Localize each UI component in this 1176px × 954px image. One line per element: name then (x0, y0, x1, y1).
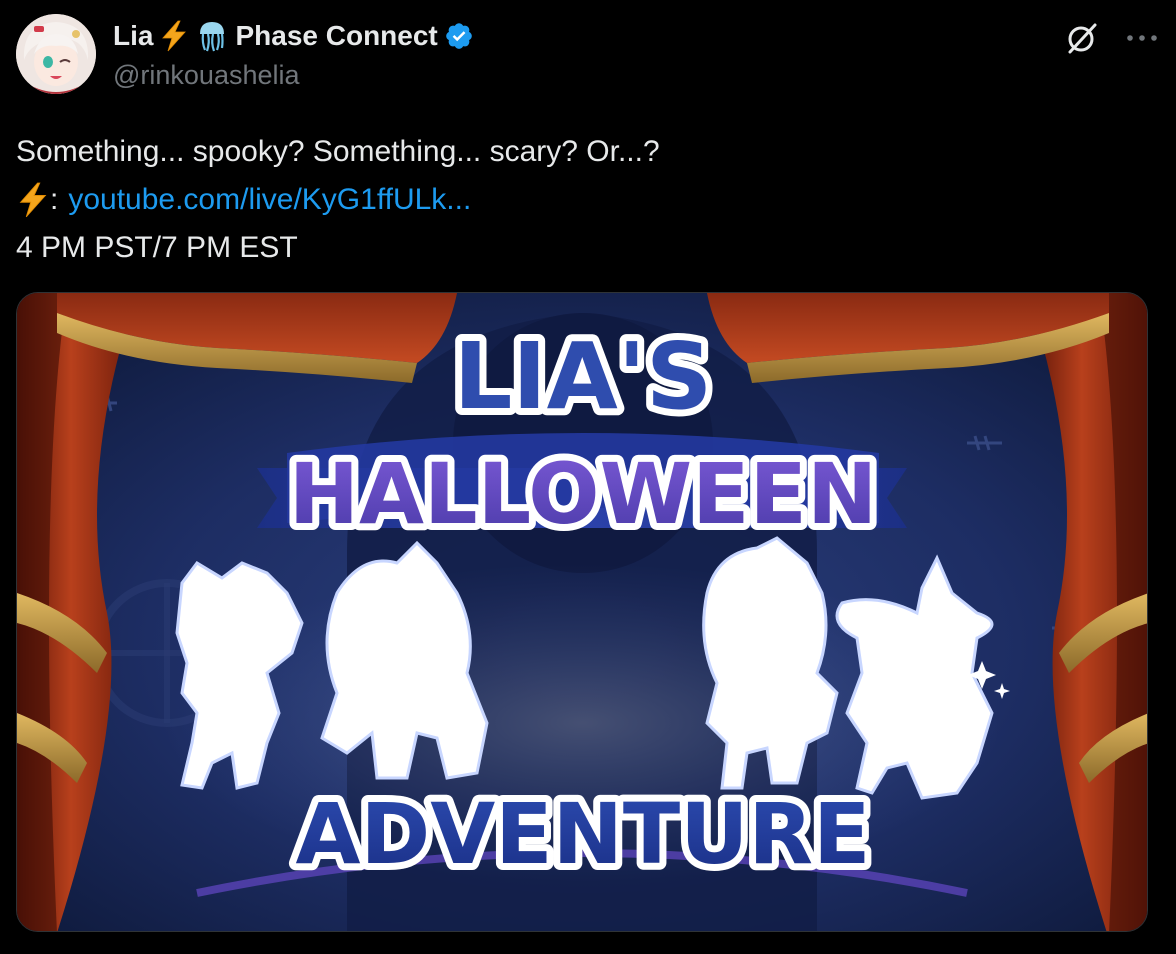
youtube-link[interactable]: youtube.com/live/KyG1ffULk... (68, 176, 471, 224)
grok-icon[interactable] (1064, 20, 1100, 56)
tweet-line-1: Something... spooky? Something... scary?… (16, 135, 660, 168)
lightning-emoji (16, 182, 50, 218)
display-name-suffix: Phase Connect (235, 20, 438, 51)
media-image: LIA'S HALLOWEEN ADVENTURE (17, 293, 1147, 931)
media-title-top: LIA'S (454, 323, 712, 430)
display-name-text: Lia (113, 20, 154, 51)
display-name[interactable]: Lia Phase Connect (113, 18, 474, 54)
media-title-bottom: ADVENTURE (296, 785, 871, 883)
tweet-line-3: 4 PM PST/7 PM EST (16, 231, 298, 264)
more-icon[interactable] (1126, 33, 1158, 43)
jellyfish-emoji (195, 19, 229, 53)
tweet: Lia Phase Connect @rinkouashelia Somethi… (0, 0, 1176, 954)
tweet-line-2-separator: : (50, 183, 59, 216)
media-title-mid: HALLOWEEN (289, 445, 878, 543)
tweet-line-2: : youtube.com/live/KyG1ffULk... (16, 176, 660, 224)
user-handle[interactable]: @rinkouashelia (113, 60, 300, 91)
lightning-emoji (159, 20, 189, 52)
tweet-text: Something... spooky? Something... scary?… (16, 128, 660, 272)
verified-badge-icon (444, 21, 474, 51)
tweet-media[interactable]: LIA'S HALLOWEEN ADVENTURE (16, 292, 1148, 932)
top-actions (1064, 20, 1158, 56)
avatar[interactable] (16, 14, 96, 94)
avatar-image (16, 14, 96, 94)
